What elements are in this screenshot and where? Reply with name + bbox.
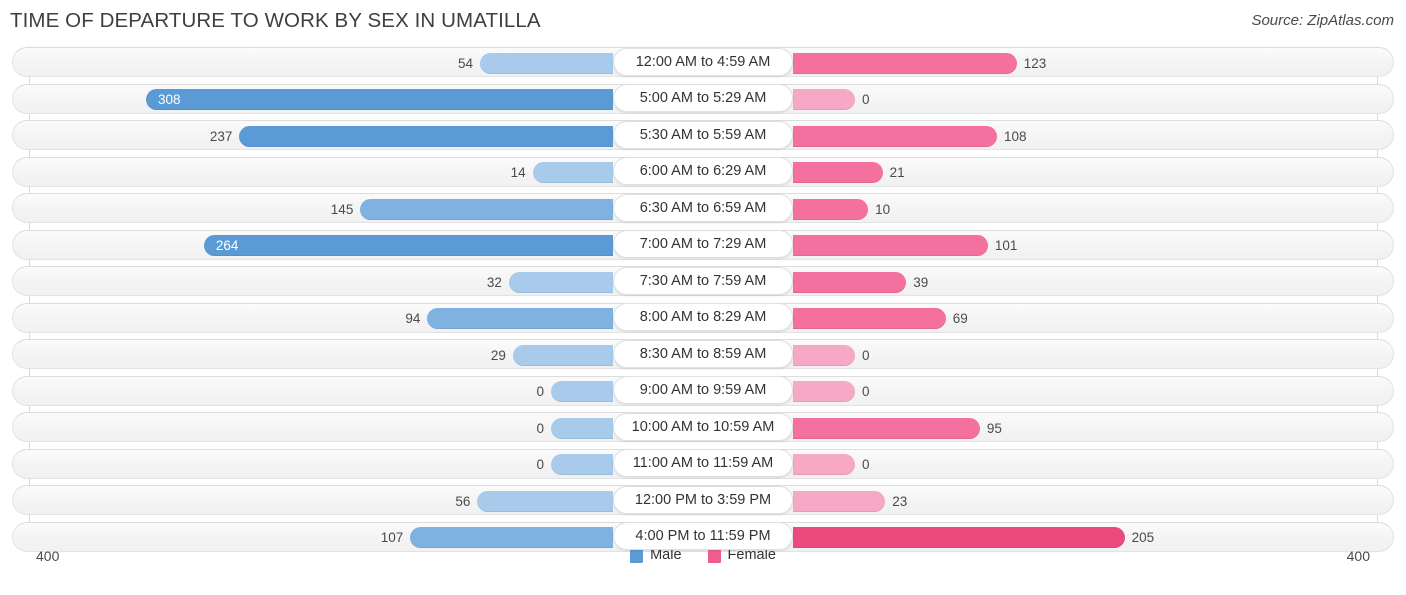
value-label-male: 0 — [536, 420, 544, 436]
bar-male[interactable] — [508, 271, 613, 293]
bar-female[interactable] — [793, 89, 855, 110]
value-label-female: 95 — [986, 420, 1002, 436]
category-label-pill: 6:30 AM to 6:59 AM — [613, 193, 793, 222]
value-label-female: 123 — [1023, 55, 1047, 71]
category-label-pill: 7:00 AM to 7:29 AM — [613, 230, 793, 258]
bar-female[interactable] — [793, 417, 980, 439]
bar-male[interactable] — [360, 198, 613, 220]
bar-male[interactable] — [203, 235, 613, 256]
value-label-male: 0 — [536, 384, 544, 399]
chart-row: 56 23 12:00 PM to 3:59 PM — [0, 482, 1406, 519]
value-label-female: 0 — [862, 347, 870, 363]
bar-female[interactable] — [793, 344, 855, 366]
bar-female[interactable] — [793, 198, 869, 220]
category-label-pill: 12:00 PM to 3:59 PM — [613, 485, 793, 514]
value-label-male: 264 — [215, 238, 239, 253]
value-label-female: 0 — [862, 457, 870, 472]
value-label-female: 39 — [913, 274, 929, 290]
bar-female[interactable] — [793, 490, 886, 512]
value-label-female: 69 — [952, 311, 968, 326]
value-label-male: 14 — [510, 165, 526, 180]
value-label-female: 23 — [892, 493, 908, 509]
chart-row: 0 0 9:00 AM to 9:59 AM — [0, 373, 1406, 410]
value-label-male: 308 — [157, 92, 181, 107]
category-label-pill: 4:00 PM to 11:59 PM — [613, 522, 793, 550]
value-label-male: 56 — [455, 493, 471, 509]
value-label-female: 0 — [862, 384, 870, 399]
value-label-male: 145 — [330, 201, 354, 217]
chart-row: 264 101 7:00 AM to 7:29 AM — [0, 227, 1406, 264]
page-title: TIME OF DEPARTURE TO WORK BY SEX IN UMAT… — [10, 9, 541, 32]
bar-male[interactable] — [479, 52, 613, 74]
category-label-pill: 10:00 AM to 10:59 AM — [613, 412, 793, 441]
chart-row: 14 21 6:00 AM to 6:29 AM — [0, 154, 1406, 191]
bar-male[interactable] — [551, 417, 613, 439]
category-label-pill: 5:00 AM to 5:29 AM — [613, 84, 793, 112]
value-label-male: 237 — [209, 128, 233, 144]
bar-female[interactable] — [793, 125, 998, 147]
value-label-female: 21 — [889, 165, 905, 180]
bar-female[interactable] — [793, 52, 1017, 74]
chart-row: 0 0 11:00 AM to 11:59 AM — [0, 446, 1406, 483]
bar-female[interactable] — [793, 381, 855, 402]
chart-rows: 54 123 12:00 AM to 4:59 AM 308 0 5:00 AM to 5… — [0, 44, 1406, 555]
bar-female[interactable] — [793, 235, 988, 256]
category-label-pill: 9:00 AM to 9:59 AM — [613, 376, 793, 404]
chart-row: 308 0 5:00 AM to 5:29 AM — [0, 81, 1406, 118]
bar-male[interactable] — [551, 454, 613, 475]
category-label-pill: 8:30 AM to 8:59 AM — [613, 339, 793, 368]
source-attribution: Source: ZipAtlas.com — [1251, 12, 1394, 29]
category-label-pill: 12:00 AM to 4:59 AM — [613, 47, 793, 76]
chart-header: TIME OF DEPARTURE TO WORK BY SEX IN UMAT… — [0, 0, 1406, 44]
value-label-female: 108 — [1004, 128, 1027, 144]
bar-male[interactable] — [427, 308, 613, 329]
value-label-male: 32 — [486, 274, 502, 290]
bar-female[interactable] — [793, 454, 855, 475]
value-label-female: 101 — [994, 238, 1018, 253]
bar-male[interactable] — [532, 162, 613, 183]
chart-row: 54 123 12:00 AM to 4:59 AM — [0, 44, 1406, 81]
value-label-male: 54 — [457, 55, 473, 71]
value-label-female: 0 — [862, 92, 870, 107]
bar-female[interactable] — [793, 308, 946, 329]
value-label-male: 29 — [490, 347, 506, 363]
chart-row: 32 39 7:30 AM to 7:59 AM — [0, 263, 1406, 300]
value-label-male: 94 — [405, 311, 421, 326]
chart-row: 29 0 8:30 AM to 8:59 AM — [0, 336, 1406, 373]
bar-male[interactable] — [477, 490, 613, 512]
bar-male[interactable] — [145, 89, 613, 110]
chart-row: 145 10 6:30 AM to 6:59 AM — [0, 190, 1406, 227]
category-label-pill: 8:00 AM to 8:29 AM — [613, 303, 793, 331]
chart-plot-area: 54 123 12:00 AM to 4:59 AM 308 0 5:00 AM to 5… — [0, 44, 1406, 552]
bar-male[interactable] — [551, 381, 613, 402]
value-label-female: 10 — [875, 201, 891, 217]
category-label-pill: 7:30 AM to 7:59 AM — [613, 266, 793, 295]
bar-female[interactable] — [793, 162, 883, 183]
chart-row: 0 95 10:00 AM to 10:59 AM — [0, 409, 1406, 446]
category-label-pill: 6:00 AM to 6:29 AM — [613, 157, 793, 185]
bar-male[interactable] — [239, 125, 613, 147]
category-label-pill: 5:30 AM to 5:59 AM — [613, 120, 793, 149]
value-label-male: 0 — [536, 457, 544, 472]
chart-row: 237 108 5:30 AM to 5:59 AM — [0, 117, 1406, 154]
bar-male[interactable] — [512, 344, 613, 366]
bar-female[interactable] — [793, 271, 907, 293]
category-label-pill: 11:00 AM to 11:59 AM — [613, 449, 793, 477]
chart-row: 94 69 8:00 AM to 8:29 AM — [0, 300, 1406, 337]
